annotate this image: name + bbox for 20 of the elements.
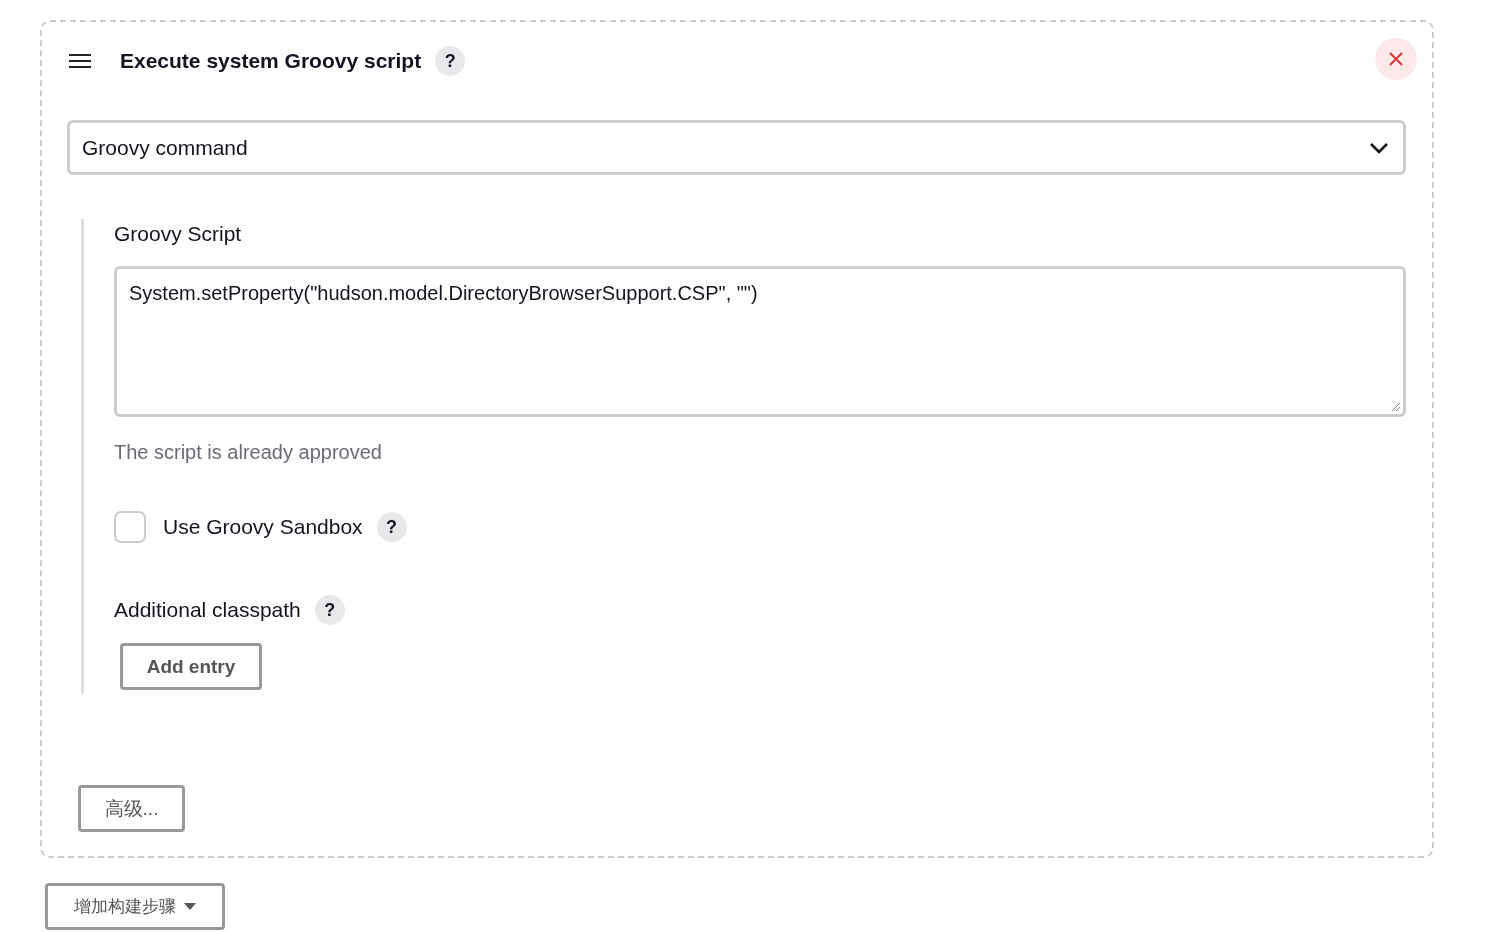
script-textarea[interactable]: System.setProperty("hudson.model.DirectoryBrowserSupport.CSP", "") bbox=[114, 266, 1406, 417]
add-build-step-button[interactable]: 增加构建步骤 bbox=[45, 883, 225, 930]
close-button[interactable] bbox=[1375, 38, 1417, 80]
help-button[interactable]: ? bbox=[435, 46, 466, 76]
close-icon bbox=[1389, 52, 1403, 66]
help-button[interactable]: ? bbox=[314, 595, 345, 625]
resize-grip-icon[interactable] bbox=[1389, 400, 1401, 412]
step-title: Execute system Groovy script bbox=[120, 49, 422, 73]
advanced-button[interactable]: 高级... bbox=[78, 785, 185, 832]
field-label: Groovy Script bbox=[114, 222, 243, 246]
chevron-down-icon bbox=[1369, 141, 1389, 154]
field-label: Additional classpath bbox=[114, 598, 301, 622]
menu-icon[interactable] bbox=[69, 54, 91, 68]
help-button[interactable]: ? bbox=[376, 512, 407, 542]
caret-icon bbox=[184, 903, 196, 910]
add-entry-button[interactable]: Add entry bbox=[120, 643, 262, 690]
checkbox-label: Use Groovy Sandbox bbox=[163, 515, 363, 539]
checkbox[interactable] bbox=[114, 511, 146, 543]
hint-text: The script is already approved bbox=[114, 441, 383, 464]
source-dropdown[interactable]: Groovy command bbox=[67, 120, 1406, 175]
